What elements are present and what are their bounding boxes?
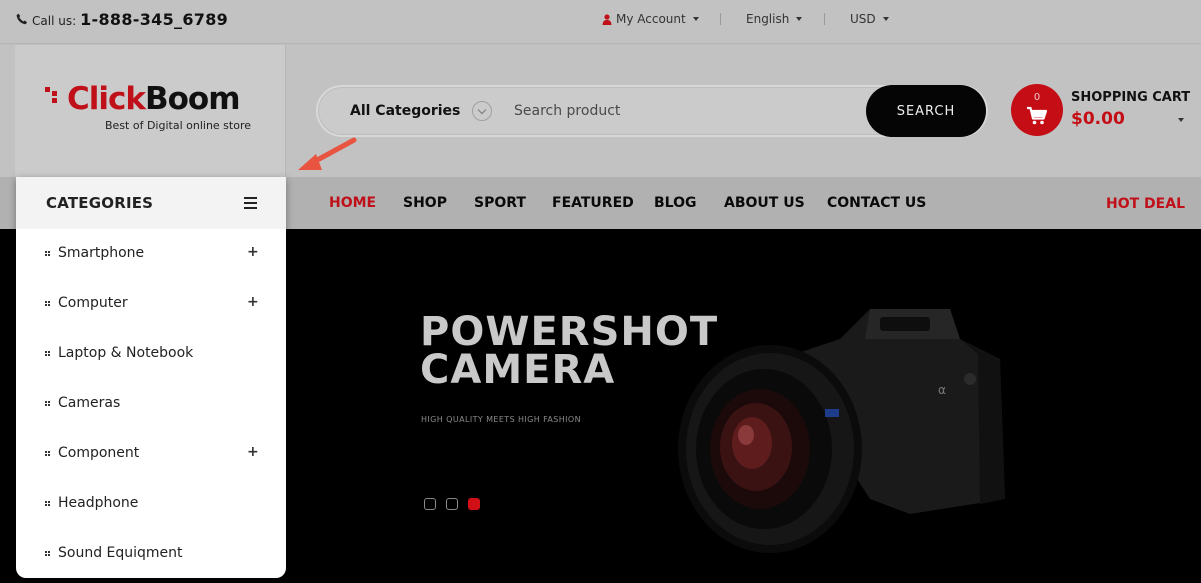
nav-home[interactable]: HOME xyxy=(329,195,376,211)
hero-subtitle: HIGH QUALITY MEETS HIGH FASHION xyxy=(421,415,582,424)
nav-contact-us[interactable]: CONTACT US xyxy=(827,195,926,211)
my-account-dropdown[interactable]: My Account xyxy=(602,12,699,26)
category-item-computer[interactable]: Computer + xyxy=(16,279,286,329)
expand-plus-icon[interactable]: + xyxy=(247,444,259,460)
pointer-arrow-icon xyxy=(298,137,357,170)
language-label: English xyxy=(746,12,790,26)
currency-dropdown[interactable]: USD xyxy=(850,12,889,26)
slider-dot[interactable] xyxy=(424,498,436,510)
categories-panel: CATEGORIES Smartphone + Computer + Lapto… xyxy=(16,177,286,578)
category-label: Headphone xyxy=(58,495,139,511)
nav-blog[interactable]: BLOG xyxy=(654,195,697,211)
category-item-headphone[interactable]: Headphone xyxy=(16,479,286,529)
cart-button[interactable]: 0 xyxy=(1011,84,1063,136)
expand-plus-icon[interactable]: + xyxy=(247,294,259,310)
phone-number: 1-888-345_6789 xyxy=(80,10,229,29)
hamburger-menu-icon[interactable] xyxy=(244,197,257,209)
grid-bullet-icon xyxy=(45,301,50,306)
logo-mark-icon xyxy=(45,87,57,103)
chevron-down-icon xyxy=(692,17,699,21)
grid-bullet-icon xyxy=(45,401,50,406)
logo[interactable]: ClickBoom Best of Digital online store xyxy=(15,45,286,177)
camera-image: α xyxy=(678,309,1005,553)
cart-title[interactable]: SHOPPING CART xyxy=(1071,90,1190,105)
logo-tagline: Best of Digital online store xyxy=(105,119,251,132)
category-label: Smartphone xyxy=(58,245,145,261)
category-label: Computer xyxy=(58,295,128,311)
search-button[interactable]: SEARCH xyxy=(866,85,986,137)
call-us-label: Call us: xyxy=(32,14,77,28)
grid-bullet-icon xyxy=(45,251,50,256)
categories-list: Smartphone + Computer + Laptop & Noteboo… xyxy=(16,229,286,579)
logo-text-dark: Boom xyxy=(145,81,241,117)
nav-shop[interactable]: SHOP xyxy=(403,195,447,211)
categories-title: CATEGORIES xyxy=(46,194,154,212)
call-us: Call us: 1-888-345_6789 xyxy=(16,10,228,29)
logo-text-red: Click xyxy=(67,81,146,117)
category-label: Cameras xyxy=(58,395,121,411)
user-icon xyxy=(602,13,612,25)
hero-title-line2: CAMERA xyxy=(420,347,616,393)
grid-bullet-icon xyxy=(45,501,50,506)
nav-sport[interactable]: SPORT xyxy=(474,195,526,211)
nav-hot-deal[interactable]: HOT DEAL xyxy=(1106,196,1185,212)
phone-icon xyxy=(16,13,27,25)
grid-bullet-icon xyxy=(45,351,50,356)
cart-icon xyxy=(1027,106,1048,125)
chevron-down-icon[interactable] xyxy=(1178,118,1184,122)
expand-plus-icon[interactable]: + xyxy=(247,244,259,260)
cart-count-badge: 0 xyxy=(1033,92,1041,103)
my-account-label: My Account xyxy=(616,12,686,26)
cart-total: $0.00 xyxy=(1071,109,1125,129)
divider xyxy=(720,13,721,25)
grid-bullet-icon xyxy=(45,451,50,456)
slider-dot[interactable] xyxy=(446,498,458,510)
language-dropdown[interactable]: English xyxy=(746,12,803,26)
search-category-select[interactable]: All Categories xyxy=(350,103,460,119)
slider-dots xyxy=(424,498,480,510)
search-bar: All Categories SEARCH xyxy=(316,85,988,137)
category-item-cameras[interactable]: Cameras xyxy=(16,379,286,429)
search-input[interactable] xyxy=(514,99,844,123)
category-label: Sound Equiqment xyxy=(58,545,183,561)
svg-text:α: α xyxy=(938,383,946,397)
chevron-down-icon xyxy=(796,17,803,21)
top-bar: Call us: 1-888-345_6789 My Account Engli… xyxy=(0,0,1201,44)
grid-bullet-icon xyxy=(45,551,50,556)
nav-featured[interactable]: FEATURED xyxy=(552,195,634,211)
chevron-down-icon[interactable] xyxy=(472,101,492,121)
divider xyxy=(824,13,825,25)
category-item-laptop-notebook[interactable]: Laptop & Notebook xyxy=(16,329,286,379)
category-item-sound-equipment[interactable]: Sound Equiqment xyxy=(16,529,286,579)
nav-about-us[interactable]: ABOUT US xyxy=(724,195,805,211)
chevron-down-icon xyxy=(882,17,889,21)
categories-header[interactable]: CATEGORIES xyxy=(16,177,286,229)
category-label: Laptop & Notebook xyxy=(58,345,194,361)
category-item-component[interactable]: Component + xyxy=(16,429,286,479)
logo-text: ClickBoom xyxy=(67,81,241,117)
category-label: Component xyxy=(58,445,140,461)
slider-dot-active[interactable] xyxy=(468,498,480,510)
category-item-smartphone[interactable]: Smartphone + xyxy=(16,229,286,279)
currency-label: USD xyxy=(850,12,876,26)
